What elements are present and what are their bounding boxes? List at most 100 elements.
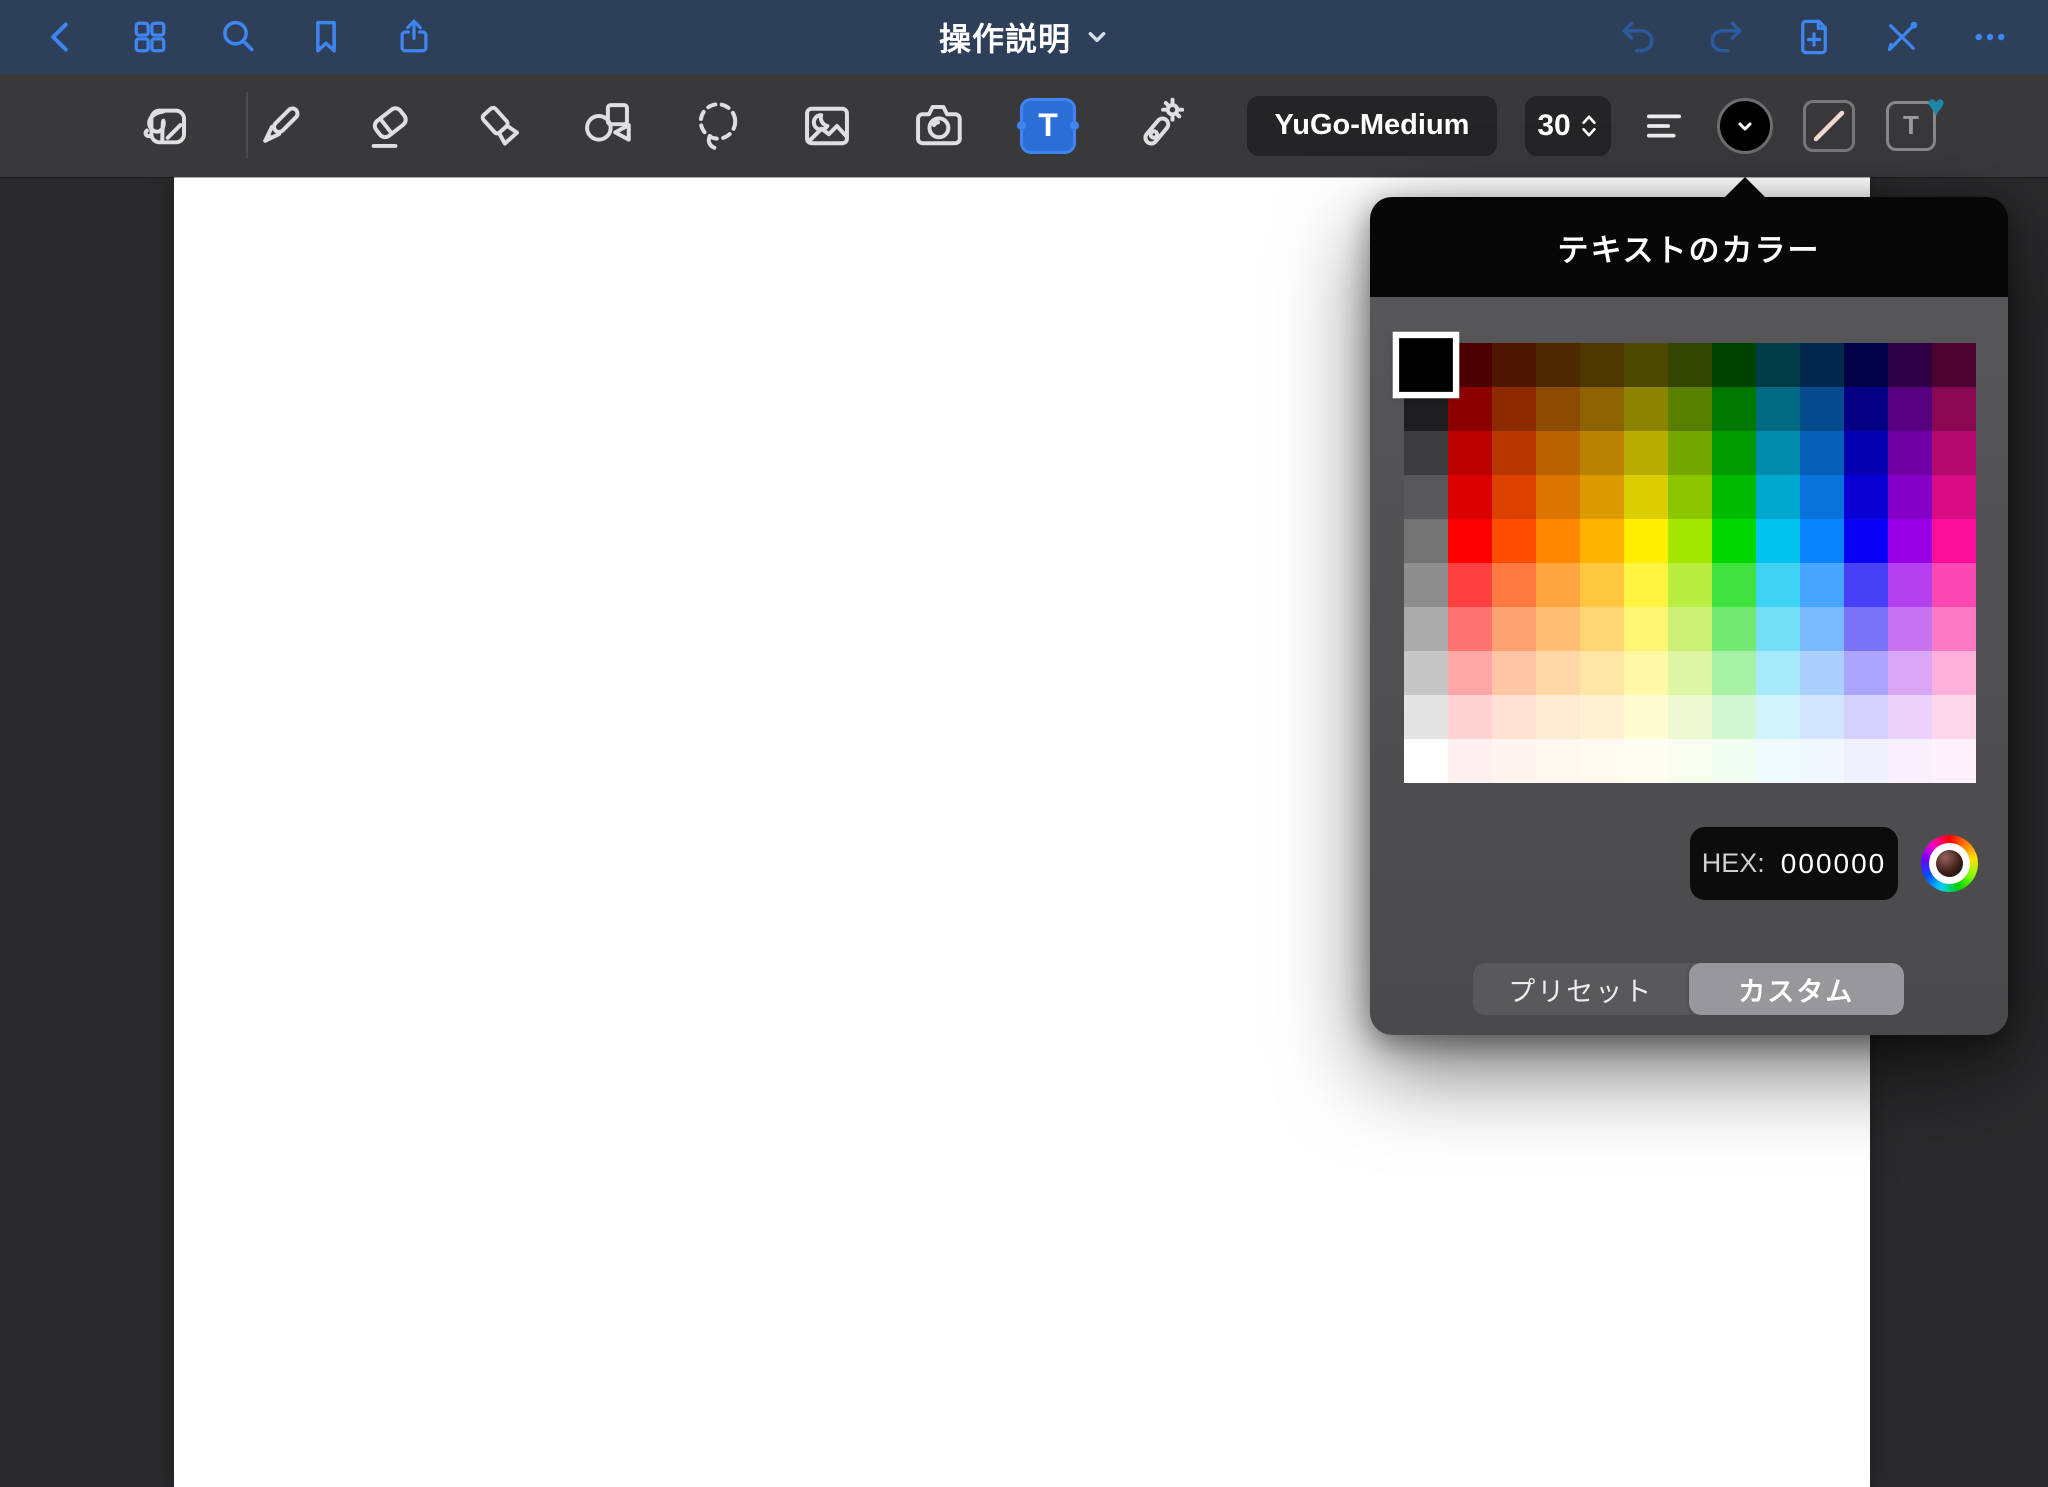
color-swatch-7-12[interactable] bbox=[1932, 651, 1976, 695]
back-button[interactable] bbox=[18, 0, 106, 74]
color-swatch-1-8[interactable] bbox=[1756, 387, 1800, 431]
color-swatch-7-5[interactable] bbox=[1624, 651, 1668, 695]
share-button[interactable] bbox=[370, 0, 458, 74]
color-swatch-6-0[interactable] bbox=[1404, 607, 1448, 651]
color-swatch-1-3[interactable] bbox=[1536, 387, 1580, 431]
highlighter-tool[interactable] bbox=[467, 93, 533, 159]
color-swatch-8-2[interactable] bbox=[1492, 695, 1536, 739]
color-swatch-6-12[interactable] bbox=[1932, 607, 1976, 651]
color-swatch-5-12[interactable] bbox=[1932, 563, 1976, 607]
color-swatch-8-10[interactable] bbox=[1844, 695, 1888, 739]
color-swatch-3-2[interactable] bbox=[1492, 475, 1536, 519]
color-swatch-9-8[interactable] bbox=[1756, 739, 1800, 783]
undo-button[interactable] bbox=[1594, 0, 1682, 74]
color-swatch-1-2[interactable] bbox=[1492, 387, 1536, 431]
color-swatch-5-4[interactable] bbox=[1580, 563, 1624, 607]
color-swatch-0-2[interactable] bbox=[1492, 343, 1536, 387]
color-swatch-6-6[interactable] bbox=[1668, 607, 1712, 651]
color-swatch-9-11[interactable] bbox=[1888, 739, 1932, 783]
color-swatch-4-0[interactable] bbox=[1404, 519, 1448, 563]
color-swatch-3-7[interactable] bbox=[1712, 475, 1756, 519]
color-swatch-2-7[interactable] bbox=[1712, 431, 1756, 475]
color-swatch-5-3[interactable] bbox=[1536, 563, 1580, 607]
color-swatch-7-6[interactable] bbox=[1668, 651, 1712, 695]
color-swatch-7-7[interactable] bbox=[1712, 651, 1756, 695]
camera-tool[interactable] bbox=[905, 93, 971, 159]
color-swatch-5-0[interactable] bbox=[1404, 563, 1448, 607]
color-swatch-2-5[interactable] bbox=[1624, 431, 1668, 475]
color-swatch-1-7[interactable] bbox=[1712, 387, 1756, 431]
color-swatch-7-2[interactable] bbox=[1492, 651, 1536, 695]
color-swatch-9-3[interactable] bbox=[1536, 739, 1580, 783]
color-swatch-7-3[interactable] bbox=[1536, 651, 1580, 695]
color-swatch-6-7[interactable] bbox=[1712, 607, 1756, 651]
color-swatch-7-8[interactable] bbox=[1756, 651, 1800, 695]
color-swatch-3-1[interactable] bbox=[1448, 475, 1492, 519]
redo-button[interactable] bbox=[1682, 0, 1770, 74]
color-swatch-0-7[interactable] bbox=[1712, 343, 1756, 387]
color-swatch-4-2[interactable] bbox=[1492, 519, 1536, 563]
color-swatch-4-9[interactable] bbox=[1800, 519, 1844, 563]
color-swatch-4-5[interactable] bbox=[1624, 519, 1668, 563]
color-swatch-1-0[interactable] bbox=[1404, 387, 1448, 431]
color-swatch-1-9[interactable] bbox=[1800, 387, 1844, 431]
color-swatch-9-9[interactable] bbox=[1800, 739, 1844, 783]
edit-mode-toggle-button[interactable] bbox=[1858, 0, 1946, 74]
text-align-button[interactable] bbox=[1636, 98, 1692, 154]
text-tool-selected[interactable]: T bbox=[1020, 98, 1076, 154]
color-swatch-0-0[interactable] bbox=[1398, 337, 1454, 393]
color-swatch-2-4[interactable] bbox=[1580, 431, 1624, 475]
color-swatch-5-5[interactable] bbox=[1624, 563, 1668, 607]
color-wheel-button[interactable] bbox=[1921, 835, 1978, 892]
color-swatch-6-2[interactable] bbox=[1492, 607, 1536, 651]
font-family-button[interactable]: YuGo-Medium bbox=[1247, 96, 1497, 156]
color-swatch-1-4[interactable] bbox=[1580, 387, 1624, 431]
color-swatch-1-5[interactable] bbox=[1624, 387, 1668, 431]
color-swatch-8-6[interactable] bbox=[1668, 695, 1712, 739]
color-swatch-6-8[interactable] bbox=[1756, 607, 1800, 651]
color-swatch-1-11[interactable] bbox=[1888, 387, 1932, 431]
bookmark-button[interactable] bbox=[282, 0, 370, 74]
hex-input[interactable]: HEX: 000000 bbox=[1690, 827, 1898, 900]
color-swatch-8-12[interactable] bbox=[1932, 695, 1976, 739]
color-swatch-4-8[interactable] bbox=[1756, 519, 1800, 563]
color-swatch-0-1[interactable] bbox=[1448, 343, 1492, 387]
color-swatch-7-10[interactable] bbox=[1844, 651, 1888, 695]
color-swatch-2-2[interactable] bbox=[1492, 431, 1536, 475]
color-swatch-0-8[interactable] bbox=[1756, 343, 1800, 387]
color-swatch-0-5[interactable] bbox=[1624, 343, 1668, 387]
color-swatch-2-12[interactable] bbox=[1932, 431, 1976, 475]
image-tool[interactable] bbox=[794, 93, 860, 159]
color-swatch-2-11[interactable] bbox=[1888, 431, 1932, 475]
color-swatch-3-3[interactable] bbox=[1536, 475, 1580, 519]
color-swatch-7-0[interactable] bbox=[1404, 651, 1448, 695]
color-swatch-4-1[interactable] bbox=[1448, 519, 1492, 563]
color-swatch-0-11[interactable] bbox=[1888, 343, 1932, 387]
color-swatch-9-10[interactable] bbox=[1844, 739, 1888, 783]
color-swatch-4-7[interactable] bbox=[1712, 519, 1756, 563]
color-swatch-4-10[interactable] bbox=[1844, 519, 1888, 563]
color-swatch-5-9[interactable] bbox=[1800, 563, 1844, 607]
color-swatch-6-4[interactable] bbox=[1580, 607, 1624, 651]
laser-pointer-tool[interactable] bbox=[1125, 93, 1191, 159]
more-button[interactable] bbox=[1946, 0, 2034, 74]
color-swatch-1-6[interactable] bbox=[1668, 387, 1712, 431]
shapes-tool[interactable] bbox=[574, 93, 640, 159]
color-swatch-3-10[interactable] bbox=[1844, 475, 1888, 519]
color-swatch-9-1[interactable] bbox=[1448, 739, 1492, 783]
color-swatch-8-5[interactable] bbox=[1624, 695, 1668, 739]
color-swatch-5-6[interactable] bbox=[1668, 563, 1712, 607]
color-swatch-5-7[interactable] bbox=[1712, 563, 1756, 607]
color-swatch-6-11[interactable] bbox=[1888, 607, 1932, 651]
color-swatch-8-1[interactable] bbox=[1448, 695, 1492, 739]
color-swatch-7-9[interactable] bbox=[1800, 651, 1844, 695]
color-swatch-9-0[interactable] bbox=[1404, 739, 1448, 783]
color-swatch-1-12[interactable] bbox=[1932, 387, 1976, 431]
color-swatch-8-4[interactable] bbox=[1580, 695, 1624, 739]
favorite-text-style-button[interactable]: T ♥ bbox=[1886, 101, 1936, 151]
color-swatch-2-10[interactable] bbox=[1844, 431, 1888, 475]
color-swatch-0-4[interactable] bbox=[1580, 343, 1624, 387]
search-button[interactable] bbox=[194, 0, 282, 74]
color-swatch-6-5[interactable] bbox=[1624, 607, 1668, 651]
color-swatch-9-12[interactable] bbox=[1932, 739, 1976, 783]
